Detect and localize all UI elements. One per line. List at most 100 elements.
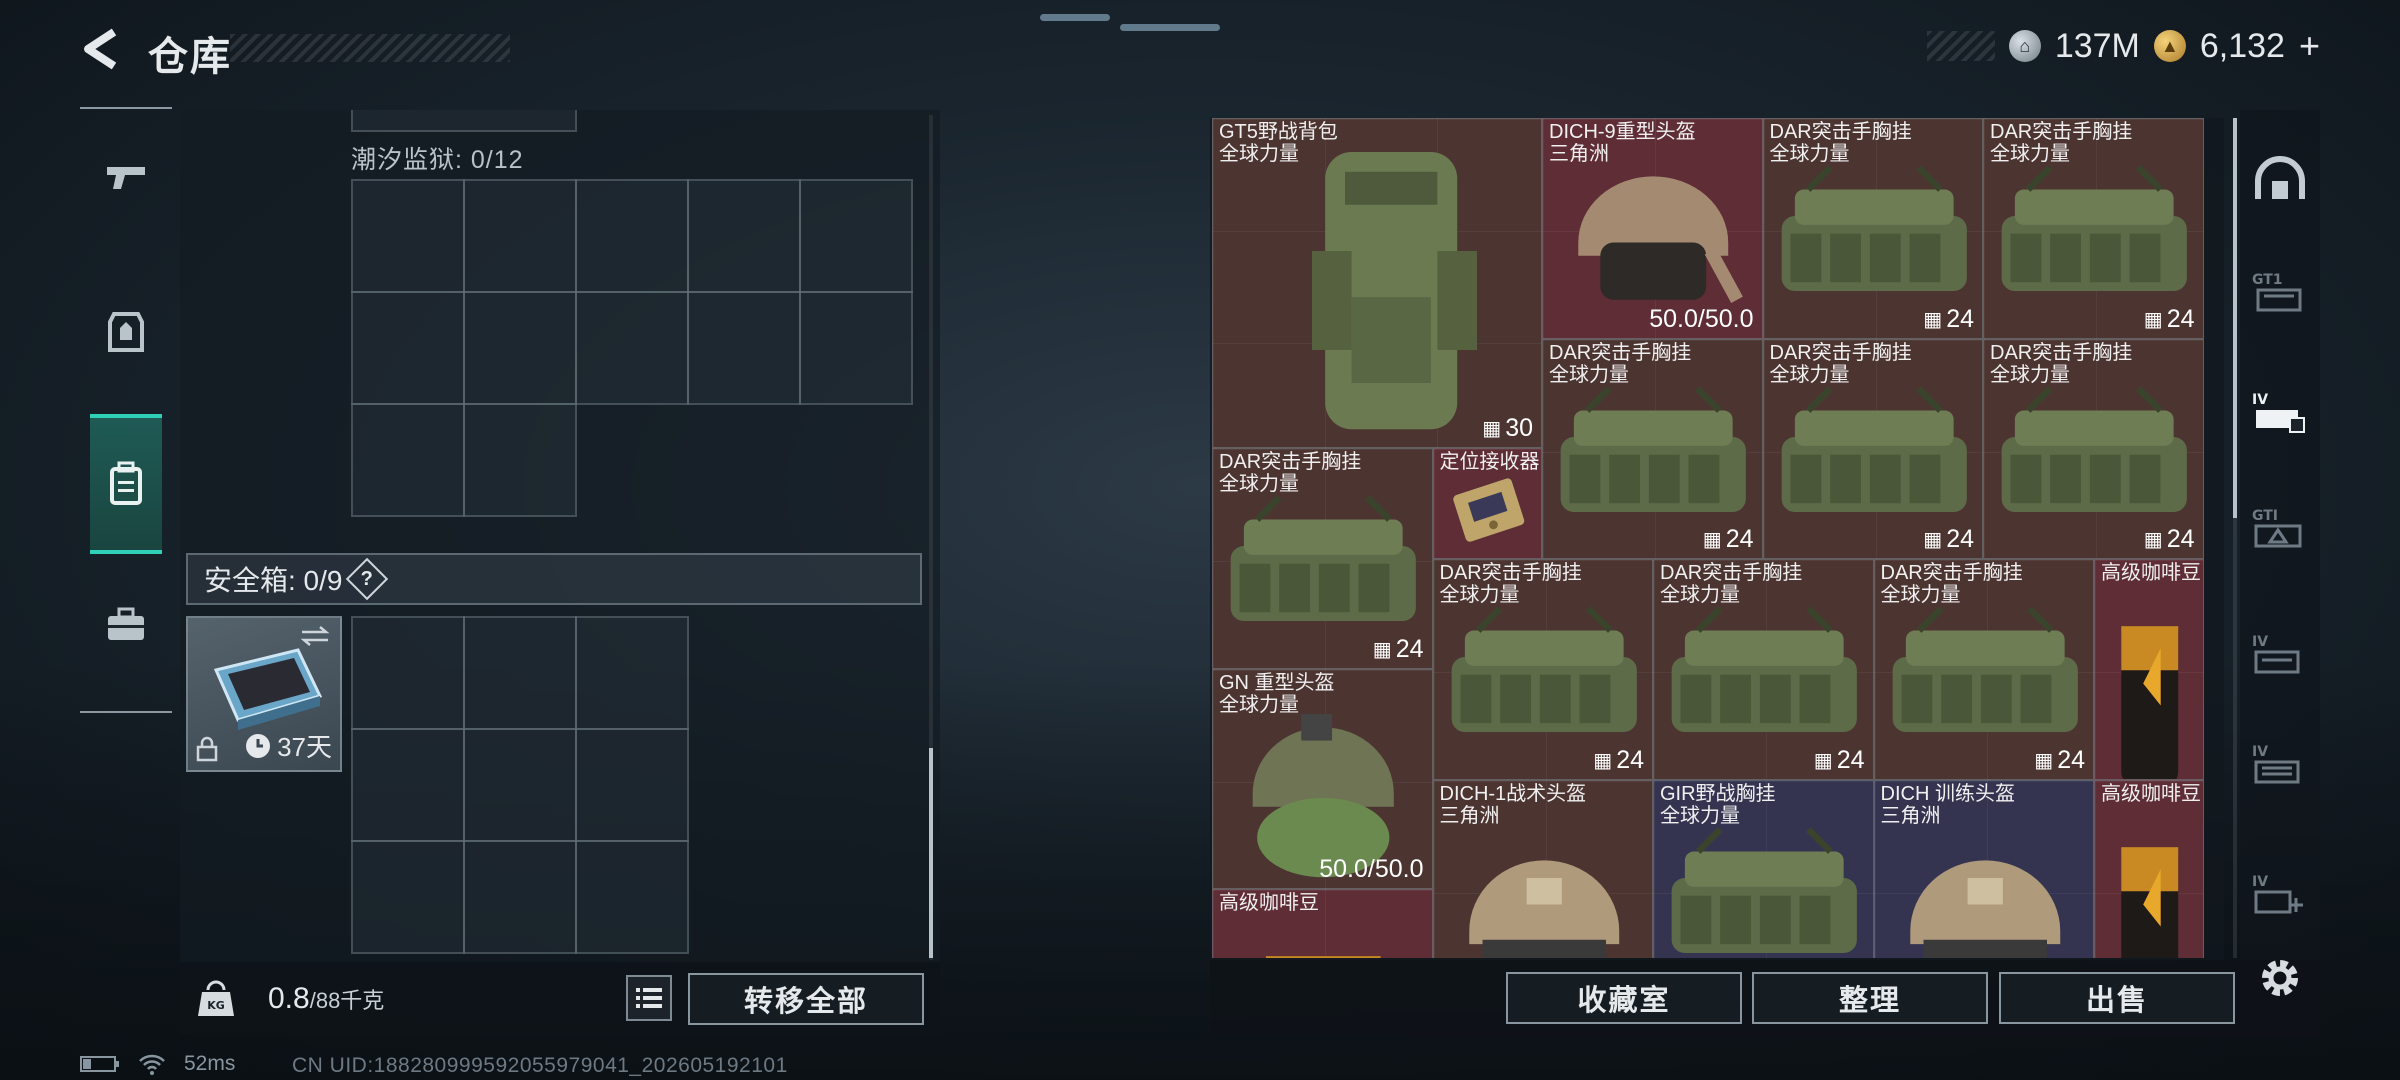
capacity-icon: ▦ bbox=[1372, 638, 1392, 661]
sort-button[interactable]: 整理 bbox=[1752, 972, 1988, 1024]
grid-cell[interactable] bbox=[463, 403, 577, 517]
svg-text:GT1: GT1 bbox=[2252, 272, 2283, 288]
item-quantity-value: 24 bbox=[2166, 525, 2195, 553]
grid-cell[interactable] bbox=[351, 179, 465, 293]
grid-cell[interactable] bbox=[575, 728, 689, 842]
grid-cell[interactable] bbox=[351, 616, 465, 730]
grid-cell[interactable] bbox=[351, 403, 465, 517]
item-faction: 三角洲 bbox=[1880, 804, 1941, 827]
item-name: DAR突击手胸挂 bbox=[1219, 451, 1362, 473]
storage-scrollbar-thumb[interactable] bbox=[929, 748, 933, 958]
item-quantity-value: 24 bbox=[1395, 634, 1424, 663]
inventory-item[interactable]: DAR突击手胸挂 全球力量 ▦ 24 bbox=[1432, 559, 1653, 780]
back-button[interactable] bbox=[78, 26, 124, 72]
grid-cell[interactable] bbox=[463, 179, 577, 293]
title-decoration bbox=[230, 34, 510, 62]
inventory-item[interactable]: 高级咖啡豆 bbox=[2094, 559, 2204, 780]
item-quantity-value: 50.0/50.0 bbox=[1319, 855, 1424, 883]
inventory-item[interactable]: DAR突击手胸挂 全球力量 ▦ 24 bbox=[1542, 338, 1763, 559]
inventory-item[interactable]: DAR突击手胸挂 全球力量 ▦ 24 bbox=[1762, 118, 1983, 339]
grid-cell[interactable] bbox=[463, 616, 577, 730]
capacity-icon: ▦ bbox=[1593, 749, 1613, 772]
inventory-item[interactable]: 定位接收器 bbox=[1432, 448, 1542, 559]
grid-cell[interactable] bbox=[687, 291, 801, 405]
rail-dome[interactable] bbox=[2250, 148, 2310, 208]
rail-slot-rig[interactable]: GT1 bbox=[2250, 262, 2310, 322]
item-name: DAR突击手胸挂 bbox=[1549, 341, 1692, 364]
item-quantity: ▦ 24 bbox=[2144, 305, 2195, 334]
user-uid: CN UID:1882809995920559790​41_2026051921… bbox=[292, 1054, 788, 1077]
bag-slot-icon: IV bbox=[2252, 634, 2300, 674]
item-faction: 全球力量 bbox=[1219, 693, 1299, 716]
item-quantity: ▦ 24 bbox=[1923, 525, 1974, 554]
grid-cell[interactable] bbox=[575, 291, 689, 405]
item-quantity-value: 24 bbox=[1946, 525, 1974, 553]
inventory-item[interactable]: DAR突击手胸挂 全球力量 ▦ 24 bbox=[1983, 338, 2204, 559]
item-quantity-value: 30 bbox=[1505, 414, 1533, 442]
weight-value: 0.8 bbox=[268, 982, 310, 1015]
inventory-item[interactable]: DAR突击手胸挂 全球力量 ▦ 24 bbox=[1983, 118, 2204, 339]
grid-cell[interactable] bbox=[463, 840, 577, 954]
inventory-scrollbar-thumb[interactable] bbox=[2233, 118, 2237, 518]
inventory-item[interactable]: GIR野战胸挂 全球力量 bbox=[1653, 779, 1874, 958]
grid-cell[interactable] bbox=[575, 840, 689, 954]
inventory-item[interactable]: GT5野战背包 全球力量 ▦ 30 bbox=[1212, 118, 1542, 448]
list-view-button[interactable] bbox=[626, 975, 672, 1021]
safe-box-label: 安全箱: 0/9 bbox=[204, 565, 343, 596]
inventory-item[interactable]: DAR突击手胸挂 全球力量 ▦ 24 bbox=[1873, 559, 2094, 780]
grid-cell[interactable] bbox=[575, 179, 689, 293]
grid-cell[interactable] bbox=[687, 179, 801, 293]
svg-text:KG: KG bbox=[207, 999, 225, 1012]
weight-display: 0.8/88千克 bbox=[268, 982, 384, 1016]
inventory-item[interactable]: 高级咖啡豆 bbox=[1212, 889, 1433, 958]
nav-item-weapons[interactable] bbox=[80, 107, 172, 247]
settings-button[interactable] bbox=[2256, 954, 2304, 1002]
grid-cell[interactable] bbox=[351, 291, 465, 405]
gold-amount: 6,132 bbox=[2199, 26, 2285, 65]
item-quantity: 50.0/50.0 bbox=[1319, 855, 1423, 884]
rail-slot-bag[interactable]: IV bbox=[2250, 624, 2310, 684]
item-faction: 全球力量 bbox=[1990, 363, 2070, 386]
ceiling-light bbox=[1040, 14, 1110, 21]
item-faction: 全球力量 bbox=[1439, 584, 1520, 606]
inventory-item[interactable]: DAR突击手胸挂 全球力量 ▦ 24 bbox=[1212, 448, 1433, 669]
grid-cell[interactable] bbox=[351, 728, 465, 842]
grid-cell[interactable] bbox=[575, 616, 689, 730]
inventory-item[interactable]: DICH-9重型头盔 三角洲 50.0/50.0 bbox=[1542, 118, 1763, 339]
inventory-item[interactable]: DAR突击手胸挂 全球力量 ▦ 24 bbox=[1762, 338, 1983, 559]
sell-button[interactable]: 出售 bbox=[1999, 972, 2235, 1024]
grid-cell[interactable] bbox=[463, 728, 577, 842]
collection-button[interactable]: 收藏室 bbox=[1506, 972, 1742, 1024]
item-quantity: ▦ 24 bbox=[1923, 305, 1974, 334]
inventory-item[interactable]: 高级咖啡豆 bbox=[2094, 779, 2204, 958]
nav-item-backpack[interactable] bbox=[90, 414, 162, 554]
item-name: 高级咖啡豆 bbox=[1219, 892, 1319, 914]
capacity-icon: ▦ bbox=[1923, 308, 1943, 331]
rail-slot-case[interactable]: IV bbox=[2250, 734, 2310, 794]
help-button[interactable]: ? bbox=[346, 557, 389, 601]
rail-slot-helmet[interactable]: GTI bbox=[2250, 498, 2310, 558]
item-faction: 全球力量 bbox=[1219, 143, 1299, 165]
add-currency-button[interactable]: + bbox=[2299, 25, 2320, 67]
briefcase-icon bbox=[108, 607, 144, 640]
inventory-item[interactable]: DICH-1战术头盔 三角洲 bbox=[1432, 779, 1653, 958]
grid-cell[interactable] bbox=[351, 840, 465, 954]
transfer-all-button[interactable]: 转移全部 bbox=[688, 973, 924, 1025]
grid-cell[interactable] bbox=[799, 291, 913, 405]
item-name: DAR突击手胸挂 bbox=[1880, 562, 2023, 584]
capacity-icon: ▦ bbox=[2034, 749, 2054, 772]
item-name: DAR突击手胸挂 bbox=[1769, 121, 1912, 143]
grid-cell[interactable] bbox=[463, 291, 577, 405]
grid-cell[interactable] bbox=[799, 179, 913, 293]
inventory-item[interactable]: DAR突击手胸挂 全球力量 ▦ 24 bbox=[1653, 559, 1874, 780]
inventory-item[interactable]: GN 重型头盔 全球力量 50.0/50.0 bbox=[1212, 668, 1433, 889]
safe-box-item[interactable]: 37天 bbox=[186, 616, 342, 772]
gold-coin-icon: ▲ bbox=[2153, 30, 2186, 62]
nav-item-briefcase[interactable] bbox=[80, 555, 172, 695]
inventory-item[interactable]: DICH 训练头盔 三角洲 bbox=[1873, 779, 2094, 958]
nav-item-armor[interactable] bbox=[80, 262, 172, 402]
rail-slot-vest[interactable]: IV bbox=[2250, 382, 2310, 442]
nav-divider bbox=[80, 711, 172, 713]
rail-slot-add[interactable]: IV bbox=[2250, 864, 2310, 924]
capacity-icon: ▦ bbox=[1702, 529, 1722, 551]
